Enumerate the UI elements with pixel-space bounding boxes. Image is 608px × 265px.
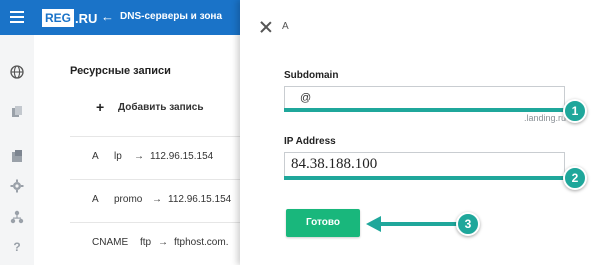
record-name: lp (114, 151, 122, 162)
record-row[interactable]: CNAME ftp → ftphost.com. (70, 222, 240, 263)
ip-address-label: IP Address (284, 136, 336, 147)
record-type: A (92, 151, 99, 162)
app-header: REG .RU ← DNS-серверы и зона (0, 0, 240, 35)
record-form-sheet: A Subdomain @ .landing.ru 1 IP Address 8… (240, 0, 608, 265)
logo-suffix: .RU (75, 10, 98, 26)
step-badge-1: 1 (563, 99, 587, 123)
close-icon[interactable] (260, 21, 272, 33)
record-target: ftphost.com. (174, 237, 229, 248)
step-badge-3: 3 (456, 212, 480, 236)
logo-box: REG (42, 9, 75, 27)
ip-address-value: 84.38.188.100 (291, 156, 378, 172)
record-target: 112.96.15.154 (150, 151, 214, 162)
subdomain-label: Subdomain (284, 70, 339, 81)
pointer-arrow-line (380, 222, 458, 226)
help-icon[interactable]: ? (10, 240, 24, 254)
panel-title: Ресурсные записи (70, 65, 171, 77)
record-name: promo (114, 194, 143, 205)
files-icon[interactable] (10, 105, 24, 119)
globe-icon[interactable] (10, 65, 24, 79)
form-title: A (282, 21, 289, 32)
gear-icon[interactable] (10, 179, 24, 193)
add-record-button[interactable]: Добавить запись (118, 102, 204, 113)
network-icon[interactable] (10, 210, 24, 224)
record-row[interactable]: A lp → 112.96.15.154 (70, 136, 240, 177)
record-target: 112.96.15.154 (168, 194, 232, 205)
plus-icon[interactable]: + (96, 100, 104, 114)
domain-suffix-hint: .landing.ru (524, 113, 567, 123)
back-arrow-icon[interactable]: ← (101, 9, 114, 24)
subdomain-highlight (284, 108, 565, 112)
arrow-icon: → (158, 237, 168, 248)
record-name: ftp (140, 237, 152, 248)
pointer-arrow-head (366, 216, 381, 232)
server-icon[interactable] (10, 149, 24, 163)
icon-rail: ? (0, 35, 35, 265)
record-type: CNAME (92, 237, 129, 248)
subdomain-value: @ (300, 92, 312, 104)
arrow-icon: → (152, 194, 162, 205)
step-badge-2: 2 (563, 166, 587, 190)
page-title: DNS-серверы и зона (120, 11, 223, 22)
ip-address-field[interactable]: 84.38.188.100 (284, 152, 565, 179)
regru-logo[interactable]: REG .RU (42, 7, 97, 29)
record-row[interactable]: A promo → 112.96.15.154 (70, 179, 240, 220)
arrow-icon: → (134, 151, 144, 162)
record-type: A (92, 194, 99, 205)
records-panel: Ресурсные записи + Добавить запись A lp … (34, 35, 240, 265)
hamburger-menu-icon[interactable] (10, 11, 26, 24)
done-button[interactable]: Готово (286, 209, 360, 237)
ip-address-highlight (284, 176, 565, 180)
